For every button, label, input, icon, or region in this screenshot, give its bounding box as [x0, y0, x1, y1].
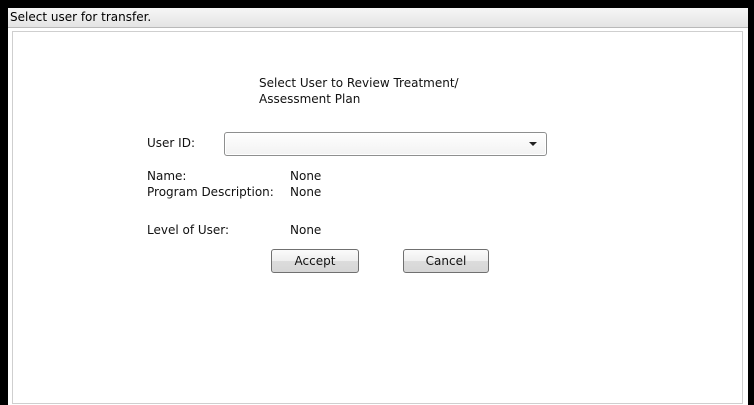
dialog-window: Select user for transfer. Select User to… [8, 8, 749, 405]
name-label: Name: [147, 169, 187, 183]
program-description-label: Program Description: [147, 185, 274, 199]
program-description-value: None [290, 185, 322, 199]
dialog-heading: Select User to Review Treatment/ Assessm… [259, 75, 459, 107]
dialog-content: Select User to Review Treatment/ Assessm… [12, 31, 743, 404]
accept-button[interactable]: Accept [271, 249, 359, 273]
chevron-down-icon[interactable] [529, 142, 537, 146]
user-id-label: User ID: [147, 136, 195, 150]
name-value: None [290, 169, 322, 183]
cancel-button[interactable]: Cancel [403, 249, 489, 273]
window-frame: Select user for transfer. Select User to… [0, 0, 754, 405]
window-title: Select user for transfer. [10, 10, 152, 24]
level-of-user-value: None [290, 223, 322, 237]
user-id-dropdown[interactable] [224, 132, 547, 156]
level-of-user-label: Level of User: [147, 223, 230, 237]
heading-line-1: Select User to Review Treatment/ [259, 76, 459, 90]
title-bar[interactable]: Select user for transfer. [8, 8, 748, 28]
heading-line-2: Assessment Plan [259, 92, 361, 106]
